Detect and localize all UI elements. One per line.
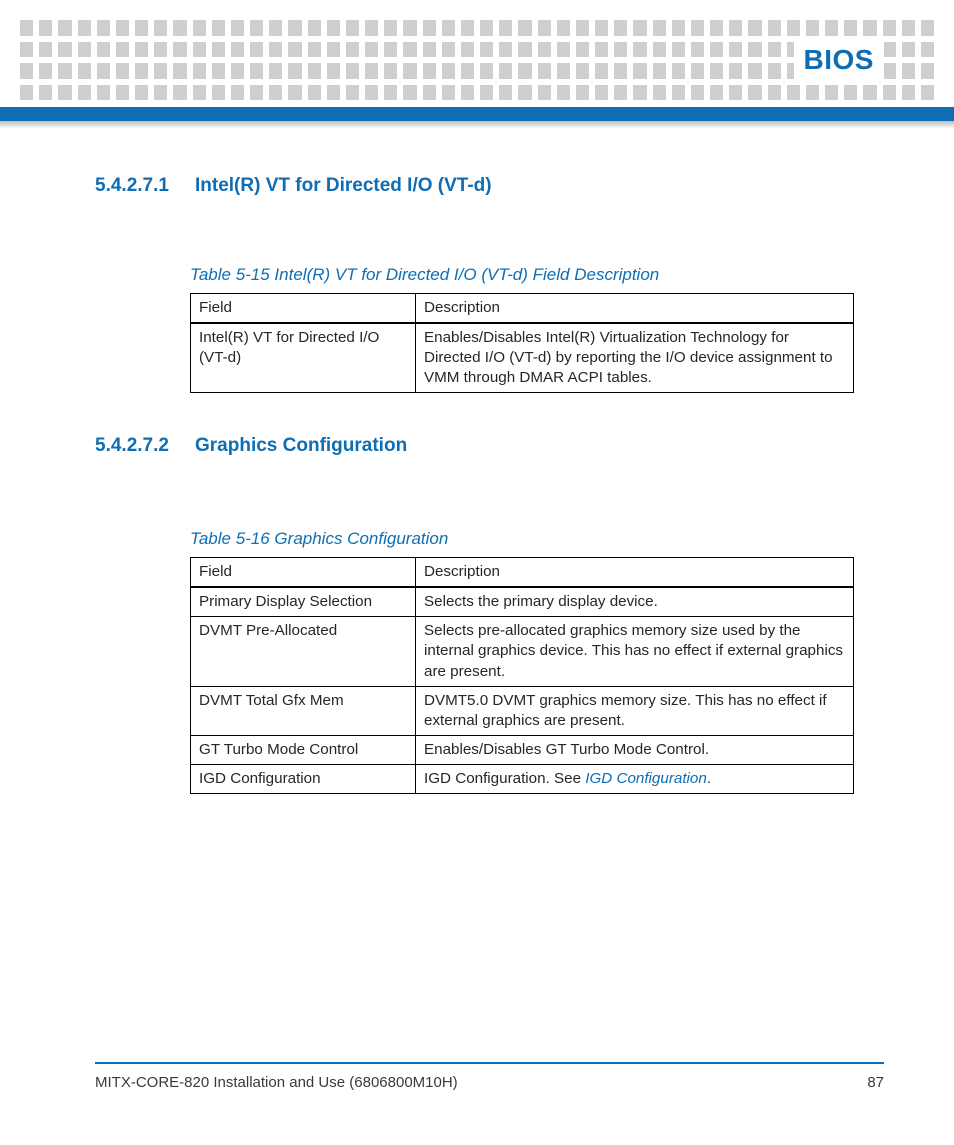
- table-header-description: Description: [416, 558, 854, 588]
- table-row: DVMT Total Gfx Mem DVMT5.0 DVMT graphics…: [191, 686, 854, 735]
- table-row: Primary Display Selection Selects the pr…: [191, 587, 854, 617]
- cell-field: IGD Configuration: [191, 764, 416, 793]
- table-header-description: Description: [416, 294, 854, 324]
- table-caption-5-16: Table 5-16 Graphics Configuration: [190, 529, 859, 549]
- table-row: IGD Configuration IGD Configuration. See…: [191, 764, 854, 793]
- footer-page-number: 87: [867, 1074, 884, 1091]
- cell-description: Enables/Disables Intel(R) Virtualization…: [416, 323, 854, 393]
- table-header-field: Field: [191, 294, 416, 324]
- table-row: Intel(R) VT for Directed I/O (VT-d) Enab…: [191, 323, 854, 393]
- cell-field: Intel(R) VT for Directed I/O (VT-d): [191, 323, 416, 393]
- table-row: GT Turbo Mode Control Enables/Disables G…: [191, 735, 854, 764]
- cell-description: IGD Configuration. See IGD Configuration…: [416, 764, 854, 793]
- footer-rule: [95, 1062, 884, 1064]
- cell-field: DVMT Total Gfx Mem: [191, 686, 416, 735]
- chapter-title: BIOS: [794, 38, 884, 82]
- cell-field: Primary Display Selection: [191, 587, 416, 617]
- cell-description: DVMT5.0 DVMT graphics memory size. This …: [416, 686, 854, 735]
- section-title: Intel(R) VT for Directed I/O (VT-d): [195, 175, 492, 197]
- section-number: 5.4.2.7.1: [95, 175, 173, 197]
- section-number: 5.4.2.7.2: [95, 435, 173, 457]
- section-heading-vtd: 5.4.2.7.1 Intel(R) VT for Directed I/O (…: [95, 175, 859, 197]
- table-header-field: Field: [191, 558, 416, 588]
- cell-description: Selects the primary display device.: [416, 587, 854, 617]
- header-rule: [0, 107, 954, 129]
- page-footer: MITX-CORE-820 Installation and Use (6806…: [95, 1062, 884, 1091]
- footer-doc-title: MITX-CORE-820 Installation and Use (6806…: [95, 1074, 458, 1091]
- cell-field: DVMT Pre-Allocated: [191, 617, 416, 686]
- cell-description: Selects pre-allocated graphics memory si…: [416, 617, 854, 686]
- section-heading-graphics: 5.4.2.7.2 Graphics Configuration: [95, 435, 859, 457]
- link-igd-configuration[interactable]: IGD Configuration: [585, 770, 707, 787]
- section-title: Graphics Configuration: [195, 435, 407, 457]
- cell-description: Enables/Disables GT Turbo Mode Control.: [416, 735, 854, 764]
- table-caption-5-15: Table 5-15 Intel(R) VT for Directed I/O …: [190, 265, 859, 285]
- table-5-15: Field Description Intel(R) VT for Direct…: [190, 293, 854, 393]
- cell-field: GT Turbo Mode Control: [191, 735, 416, 764]
- table-row: DVMT Pre-Allocated Selects pre-allocated…: [191, 617, 854, 686]
- table-5-16: Field Description Primary Display Select…: [190, 557, 854, 794]
